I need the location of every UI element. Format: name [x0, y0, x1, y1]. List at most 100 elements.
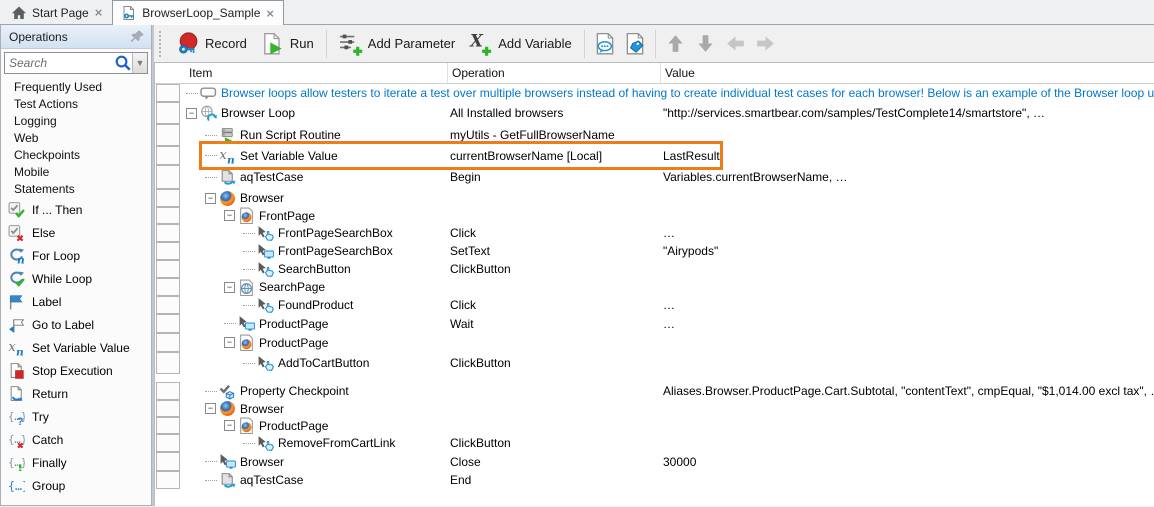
- tree-collapse-toggle[interactable]: −: [224, 210, 235, 221]
- row-gutter-cell[interactable]: [156, 278, 180, 296]
- operations-item[interactable]: xnSet Variable Value: [1, 336, 151, 359]
- add-parameter-button[interactable]: Add Parameter: [332, 29, 462, 59]
- row-gutter-cell[interactable]: [156, 417, 180, 434]
- move-down-button[interactable]: [691, 30, 721, 58]
- search-icon[interactable]: [114, 54, 132, 72]
- pin-icon[interactable]: [130, 29, 145, 44]
- column-header-item[interactable]: Item: [183, 63, 447, 83]
- row-gutter-cell[interactable]: [156, 102, 180, 124]
- search-dropdown-button[interactable]: ▼: [132, 53, 147, 73]
- test-step-row[interactable]: ProductPageWait…: [155, 314, 1154, 333]
- move-up-button[interactable]: [661, 30, 691, 58]
- operations-item[interactable]: Return: [1, 382, 151, 405]
- column-header-operation[interactable]: Operation: [447, 63, 660, 83]
- search-input[interactable]: [5, 54, 114, 72]
- test-step-row[interactable]: −FrontPage: [155, 207, 1154, 224]
- tree-collapse-toggle[interactable]: −: [205, 193, 216, 204]
- item-cell: Property Checkpoint: [182, 383, 446, 400]
- test-step-row[interactable]: SearchButtonClickButton: [155, 260, 1154, 278]
- tree-collapse-toggle[interactable]: −: [224, 420, 235, 431]
- test-step-row[interactable]: −Browser: [155, 189, 1154, 207]
- test-step-row[interactable]: −ProductPage: [155, 333, 1154, 352]
- run-button[interactable]: Run: [254, 29, 321, 59]
- toolbar-separator: [655, 30, 656, 58]
- tree-collapse-toggle[interactable]: −: [224, 337, 235, 348]
- test-step-row[interactable]: Run Script RoutinemyUtils - GetFullBrows…: [155, 124, 1154, 146]
- operations-category[interactable]: Frequently Used: [1, 79, 151, 96]
- test-step-row[interactable]: FrontPageSearchBoxSetText"Airypods": [155, 242, 1154, 260]
- test-step-row[interactable]: Property CheckpointAliases.Browser.Produ…: [155, 382, 1154, 400]
- operations-item[interactable]: Else: [1, 221, 151, 244]
- row-gutter-cell[interactable]: [156, 207, 180, 224]
- test-step-row[interactable]: xnSet Variable ValuecurrentBrowserName […: [155, 146, 1154, 165]
- item-cell: aqTestCase: [182, 169, 446, 186]
- move-right-button[interactable]: [751, 30, 781, 58]
- close-icon[interactable]: ×: [94, 5, 104, 20]
- column-header-value[interactable]: Value: [660, 63, 1154, 83]
- test-step-row[interactable]: FoundProductClick…: [155, 296, 1154, 314]
- toolbar-grip[interactable]: [159, 31, 163, 57]
- tab-start-page[interactable]: Start Page ×: [2, 0, 112, 24]
- tree-collapse-toggle[interactable]: −: [205, 403, 216, 414]
- test-step-row[interactable]: aqTestCaseBeginVariables.currentBrowserN…: [155, 165, 1154, 189]
- row-gutter-cell[interactable]: [156, 352, 180, 374]
- comment-row[interactable]: Browser loops allow testers to iterate a…: [155, 84, 1154, 102]
- operations-category[interactable]: Checkpoints: [1, 147, 151, 164]
- operations-item[interactable]: {…}?Try: [1, 405, 151, 428]
- operations-item[interactable]: Go to Label: [1, 313, 151, 336]
- row-gutter-cell[interactable]: [156, 400, 180, 417]
- operations-category[interactable]: Mobile: [1, 164, 151, 181]
- operations-category[interactable]: Web: [1, 130, 151, 147]
- test-step-row[interactable]: AddToCartButtonClickButton: [155, 352, 1154, 374]
- operations-item[interactable]: Stop Execution: [1, 359, 151, 382]
- test-step-row[interactable]: BrowserClose30000: [155, 452, 1154, 471]
- item-cell: Browser: [182, 453, 446, 470]
- move-left-button[interactable]: [721, 30, 751, 58]
- add-label-button[interactable]: [620, 30, 650, 58]
- tab-label: BrowserLoop_Sample: [142, 6, 260, 20]
- test-step-row[interactable]: −ProductPage: [155, 417, 1154, 434]
- row-gutter-cell[interactable]: [156, 165, 180, 189]
- operations-item[interactable]: {…}Group: [1, 474, 151, 497]
- operations-item[interactable]: nFor Loop: [1, 244, 151, 267]
- tab-browserloop-sample[interactable]: BrowserLoop_Sample ×: [112, 0, 284, 25]
- operations-panel: Operations ▼ Frequently UsedTest Actions…: [0, 25, 152, 506]
- grid-rows: Browser loops allow testers to iterate a…: [155, 84, 1154, 489]
- row-gutter-cell[interactable]: [156, 382, 180, 400]
- row-gutter-cell[interactable]: [156, 333, 180, 352]
- row-gutter-cell[interactable]: [156, 84, 180, 102]
- operations-item[interactable]: If ... Then: [1, 198, 151, 221]
- row-gutter-cell[interactable]: [156, 314, 180, 333]
- row-gutter-cell[interactable]: [156, 224, 180, 242]
- operations-item[interactable]: {…}Finally: [1, 451, 151, 474]
- move-left-icon: [726, 34, 745, 53]
- operations-category[interactable]: Logging: [1, 113, 151, 130]
- test-step-row[interactable]: −Browser: [155, 400, 1154, 417]
- test-step-row[interactable]: aqTestCaseEnd: [155, 471, 1154, 489]
- row-gutter-cell[interactable]: [156, 189, 180, 207]
- firefox-icon: [219, 190, 236, 207]
- add-comment-button[interactable]: [590, 30, 620, 58]
- row-gutter-cell[interactable]: [156, 124, 180, 146]
- row-gutter-cell[interactable]: [156, 471, 180, 489]
- row-gutter-cell[interactable]: [156, 296, 180, 314]
- row-gutter-cell[interactable]: [156, 260, 180, 278]
- row-gutter-cell[interactable]: [156, 452, 180, 471]
- record-button[interactable]: Record: [169, 29, 254, 59]
- row-gutter-cell[interactable]: [156, 434, 180, 452]
- close-icon[interactable]: ×: [265, 6, 275, 21]
- test-step-row[interactable]: RemoveFromCartLinkClickButton: [155, 434, 1154, 452]
- operations-category[interactable]: Statements: [1, 181, 151, 198]
- test-step-row[interactable]: FrontPageSearchBoxClick…: [155, 224, 1154, 242]
- test-step-row[interactable]: −Browser LoopAll Installed browsers"http…: [155, 102, 1154, 124]
- add-variable-button[interactable]: X Add Variable: [462, 29, 578, 59]
- operations-category[interactable]: Test Actions: [1, 96, 151, 113]
- row-gutter-cell[interactable]: [156, 146, 180, 165]
- operations-item[interactable]: Label: [1, 290, 151, 313]
- tree-collapse-toggle[interactable]: −: [224, 282, 235, 293]
- test-step-row[interactable]: −SearchPage: [155, 278, 1154, 296]
- tree-collapse-toggle[interactable]: −: [186, 108, 197, 119]
- operations-item[interactable]: While Loop: [1, 267, 151, 290]
- row-gutter-cell[interactable]: [156, 242, 180, 260]
- operations-item[interactable]: {…}Catch: [1, 428, 151, 451]
